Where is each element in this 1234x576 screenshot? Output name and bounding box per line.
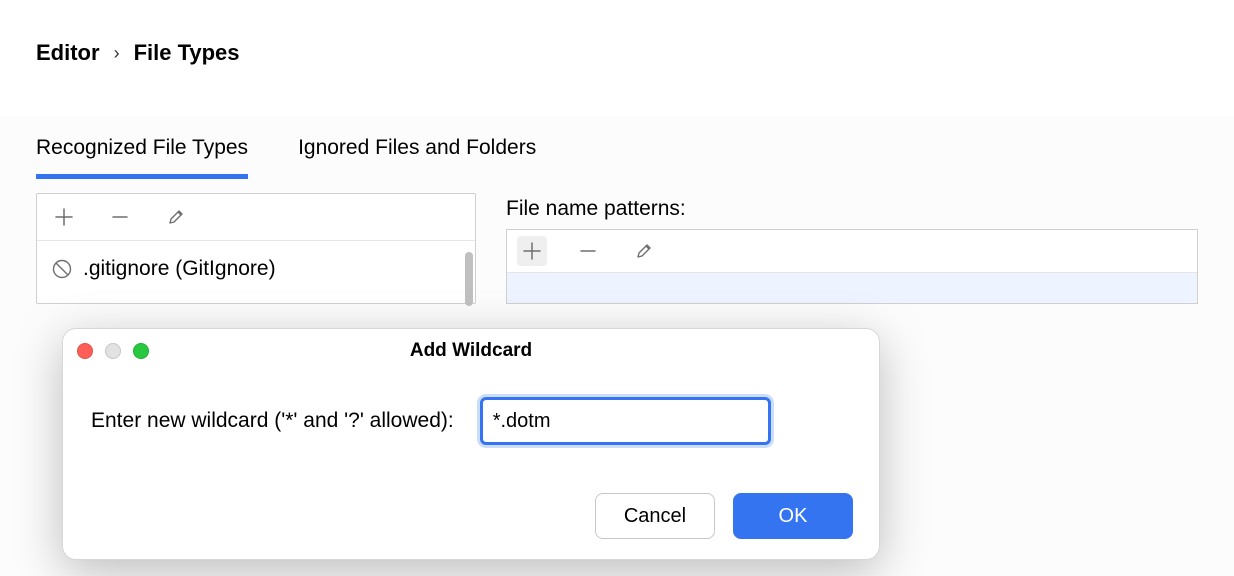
- edit-icon[interactable]: [161, 202, 191, 232]
- dialog-prompt: Enter new wildcard ('*' and '?' allowed)…: [91, 409, 454, 433]
- scrollbar-thumb[interactable]: [465, 252, 473, 306]
- file-types-toolbar: [37, 194, 475, 241]
- zoom-icon[interactable]: [133, 343, 149, 359]
- remove-icon[interactable]: [573, 236, 603, 266]
- add-icon[interactable]: [517, 236, 547, 266]
- cancel-button[interactable]: Cancel: [595, 493, 715, 539]
- patterns-selected-row[interactable]: [507, 273, 1197, 303]
- minimize-icon: [105, 343, 121, 359]
- file-types-list[interactable]: .gitignore (GitIgnore): [37, 241, 475, 297]
- ok-button[interactable]: OK: [733, 493, 853, 539]
- dialog-titlebar[interactable]: Add Wildcard: [63, 329, 879, 373]
- breadcrumb: Editor › File Types: [36, 40, 1198, 66]
- file-types-panel: .gitignore (GitIgnore): [36, 193, 476, 304]
- edit-icon[interactable]: [629, 236, 659, 266]
- patterns-toolbar: [507, 230, 1197, 273]
- wildcard-input[interactable]: [480, 397, 771, 445]
- list-item-label: .gitignore (GitIgnore): [83, 257, 276, 281]
- patterns-panel: [506, 229, 1198, 304]
- tab-recognized-file-types[interactable]: Recognized File Types: [36, 136, 248, 179]
- gitignore-icon: [51, 258, 73, 280]
- remove-icon[interactable]: [105, 202, 135, 232]
- patterns-label: File name patterns:: [506, 197, 1198, 221]
- dialog-title: Add Wildcard: [410, 340, 532, 362]
- tabs: Recognized File Types Ignored Files and …: [36, 116, 1198, 179]
- add-wildcard-dialog: Add Wildcard Enter new wildcard ('*' and…: [62, 328, 880, 560]
- list-item[interactable]: .gitignore (GitIgnore): [37, 247, 475, 291]
- breadcrumb-current: File Types: [134, 40, 240, 66]
- breadcrumb-parent[interactable]: Editor: [36, 40, 100, 66]
- tab-ignored-files-and-folders[interactable]: Ignored Files and Folders: [298, 136, 536, 179]
- close-icon[interactable]: [77, 343, 93, 359]
- window-controls: [77, 329, 149, 373]
- chevron-right-icon: ›: [114, 43, 120, 64]
- add-icon[interactable]: [49, 202, 79, 232]
